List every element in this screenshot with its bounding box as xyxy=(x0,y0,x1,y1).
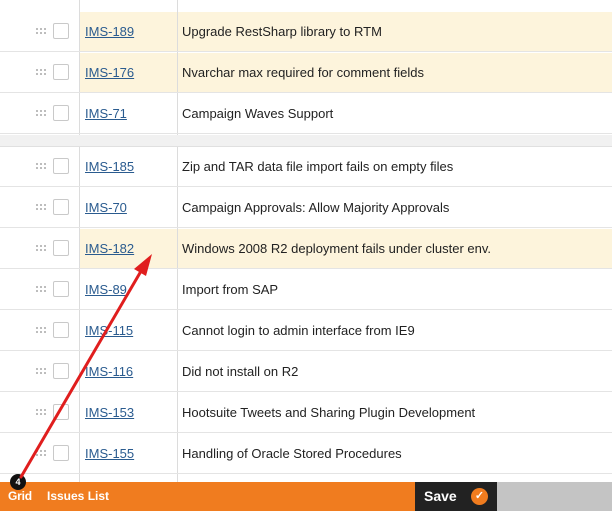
row-checkbox[interactable] xyxy=(53,445,69,461)
drag-handle-icon[interactable] xyxy=(35,162,46,171)
issue-key-link[interactable]: IMS-176 xyxy=(85,53,134,93)
row-checkbox[interactable] xyxy=(53,240,69,256)
issues-grid: IMS-189 Upgrade RestSharp library to RTM I… xyxy=(0,0,612,482)
save-label: Save xyxy=(424,488,457,504)
drag-handle-icon[interactable] xyxy=(35,367,46,376)
issue-key-link[interactable]: IMS-71 xyxy=(85,94,127,134)
issue-summary: Nvarchar max required for comment fields xyxy=(182,65,425,80)
issue-summary: Campaign Approvals: Allow Majority Appro… xyxy=(182,200,450,215)
drag-handle-icon[interactable] xyxy=(35,408,46,417)
issue-summary: Cannot login to admin interface from IE9 xyxy=(182,323,415,338)
issue-summary: Upgrade RestSharp library to RTM xyxy=(182,24,382,39)
issue-summary: Zip and TAR data file import fails on em… xyxy=(182,159,454,174)
grid-count-badge: 4 xyxy=(10,474,26,490)
table-row[interactable]: IMS-115 Cannot login to admin interface f… xyxy=(0,311,612,351)
row-checkbox[interactable] xyxy=(53,23,69,39)
issue-summary: Did not install on R2 xyxy=(182,364,299,379)
issue-key-link[interactable]: IMS-116 xyxy=(85,352,133,392)
row-checkbox[interactable] xyxy=(53,404,69,420)
drag-handle-icon[interactable] xyxy=(35,244,46,253)
bottom-toolbar: Grid Issues List Save ✓ xyxy=(0,482,612,511)
issue-key-link[interactable]: IMS-185 xyxy=(85,147,134,187)
table-row[interactable]: IMS-185 Zip and TAR data file import fail… xyxy=(0,147,612,187)
check-icon: ✓ xyxy=(471,488,488,505)
issue-key-link[interactable]: IMS-115 xyxy=(85,311,133,351)
save-button[interactable]: Save ✓ xyxy=(415,482,497,511)
group-separator xyxy=(0,135,612,147)
issue-summary: Windows 2008 R2 deployment fails under c… xyxy=(182,241,492,256)
drag-handle-icon[interactable] xyxy=(35,109,46,118)
issue-summary: Campaign Waves Support xyxy=(182,106,334,121)
issue-key-link[interactable]: IMS-182 xyxy=(85,229,134,269)
issue-key-link[interactable]: IMS-89 xyxy=(85,270,127,310)
table-row[interactable]: IMS-153 Hootsuite Tweets and Sharing Plug… xyxy=(0,393,612,433)
table-row[interactable]: IMS-116 Did not install on R2 xyxy=(0,352,612,392)
issue-summary: Hootsuite Tweets and Sharing Plugin Deve… xyxy=(182,405,476,420)
row-checkbox[interactable] xyxy=(53,158,69,174)
issue-summary: Import from SAP xyxy=(182,282,279,297)
table-row[interactable]: IMS-176 Nvarchar max required for comment… xyxy=(0,53,612,93)
row-checkbox[interactable] xyxy=(53,64,69,80)
toolbar-empty-area xyxy=(497,482,612,511)
drag-handle-icon[interactable] xyxy=(35,326,46,335)
issue-key-link[interactable]: IMS-155 xyxy=(85,434,134,474)
table-row[interactable]: IMS-71 Campaign Waves Support xyxy=(0,94,612,134)
row-checkbox[interactable] xyxy=(53,199,69,215)
table-row[interactable]: IMS-89 Import from SAP xyxy=(0,270,612,310)
drag-handle-icon[interactable] xyxy=(35,285,46,294)
issue-key-link[interactable]: IMS-70 xyxy=(85,188,127,228)
issue-key-link[interactable]: IMS-189 xyxy=(85,12,134,52)
tab-issues-list[interactable]: Issues List xyxy=(47,482,109,511)
row-checkbox[interactable] xyxy=(53,322,69,338)
issue-key-link[interactable]: IMS-153 xyxy=(85,393,134,433)
row-checkbox[interactable] xyxy=(53,105,69,121)
table-row[interactable]: IMS-189 Upgrade RestSharp library to RTM xyxy=(0,12,612,52)
table-row[interactable]: IMS-182 Windows 2008 R2 deployment fails … xyxy=(0,229,612,269)
drag-handle-icon[interactable] xyxy=(35,68,46,77)
issue-summary: Handling of Oracle Stored Procedures xyxy=(182,446,402,461)
table-row[interactable]: IMS-155 Handling of Oracle Stored Procedu… xyxy=(0,434,612,474)
row-checkbox[interactable] xyxy=(53,363,69,379)
drag-handle-icon[interactable] xyxy=(35,449,46,458)
drag-handle-icon[interactable] xyxy=(35,203,46,212)
row-checkbox[interactable] xyxy=(53,281,69,297)
table-row[interactable]: IMS-70 Campaign Approvals: Allow Majority… xyxy=(0,188,612,228)
drag-handle-icon[interactable] xyxy=(35,27,46,36)
